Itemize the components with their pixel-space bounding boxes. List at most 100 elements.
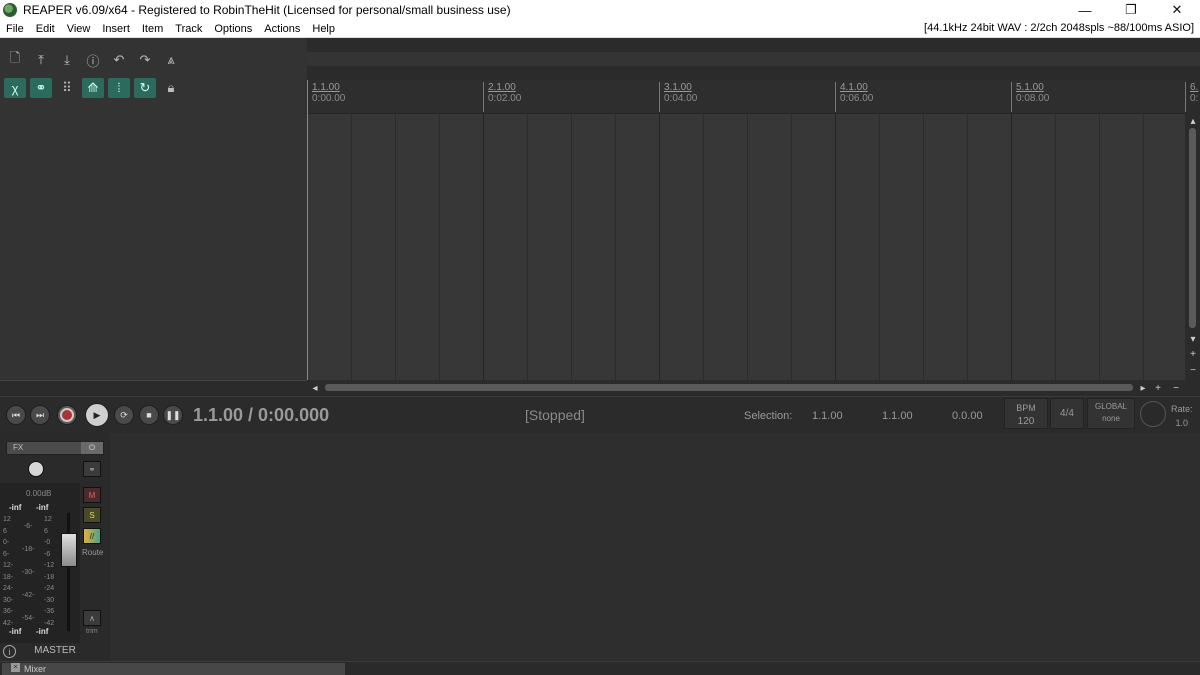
selection-length[interactable]: 0.0.00: [952, 410, 983, 422]
snap-icon[interactable]: ⦙: [108, 78, 130, 98]
volume-fader-track[interactable]: [67, 513, 70, 631]
pan-knob[interactable]: [28, 461, 44, 477]
restore-button[interactable]: ❐: [1108, 0, 1154, 20]
go-to-end-icon[interactable]: ⏭︎: [30, 405, 50, 425]
route-icon[interactable]: //: [83, 528, 101, 544]
envelope-icon[interactable]: ∧: [83, 610, 101, 626]
rate-value[interactable]: 1.0: [1171, 416, 1193, 430]
menu-actions[interactable]: Actions: [258, 23, 306, 35]
record-button[interactable]: [57, 405, 77, 425]
fx-bypass-icon[interactable]: ⏻: [81, 442, 103, 454]
minimize-button[interactable]: —: [1062, 0, 1108, 20]
stop-icon[interactable]: ■: [139, 405, 159, 425]
menu-view[interactable]: View: [61, 23, 97, 35]
gridline: [483, 114, 484, 380]
menu-bar: File Edit View Insert Item Track Options…: [0, 20, 1200, 38]
repeat-icon[interactable]: ⟳: [114, 405, 134, 425]
arrange-view[interactable]: 1.1.00 0:00.00 2.1.00 0:02.00 3.1.00 0:04.0…: [307, 38, 1200, 380]
menu-insert[interactable]: Insert: [96, 23, 136, 35]
track-lanes[interactable]: [307, 114, 1185, 380]
timeline-ruler[interactable]: 1.1.00 0:00.00 2.1.00 0:02.00 3.1.00 0:04.0…: [307, 80, 1198, 114]
save-project-icon[interactable]: ⤓: [56, 50, 78, 70]
zoom-in-vertical-icon[interactable]: +: [1187, 348, 1199, 360]
link-icon[interactable]: ⚭: [30, 78, 52, 98]
gridline: [439, 114, 440, 380]
bpm-control[interactable]: BPM 120: [1004, 398, 1048, 429]
ruler-mark: 5.1.00 0:08.00: [1011, 82, 1049, 112]
mixer-tab-label: Mixer: [24, 664, 46, 674]
menu-edit[interactable]: Edit: [30, 23, 61, 35]
gridline: [835, 114, 836, 380]
grid-icon[interactable]: ⠿: [56, 78, 78, 98]
lock-icon[interactable]: 🔒︎: [160, 78, 182, 98]
ruler-mark: 2.1.00 0:02.00: [483, 82, 521, 112]
gridline: [1055, 114, 1056, 380]
scroll-right-icon[interactable]: ▸: [1137, 382, 1149, 394]
peak-right: -inf: [36, 503, 49, 512]
scroll-up-icon[interactable]: ▴: [1187, 115, 1199, 127]
rate-knob[interactable]: [1140, 401, 1166, 427]
project-settings-icon[interactable]: ⓘ: [82, 50, 104, 70]
gridline: [747, 114, 748, 380]
selection-end[interactable]: 1.1.00: [882, 410, 913, 422]
global-automation-control[interactable]: GLOBAL none: [1087, 398, 1135, 429]
phase-icon[interactable]: ⚭: [83, 461, 101, 477]
horizontal-scrollbar[interactable]: ◂ ▸ + −: [307, 381, 1200, 395]
time-signature[interactable]: 4/4: [1050, 398, 1084, 429]
reaper-logo-icon: [3, 3, 17, 17]
volume-fader[interactable]: [61, 533, 77, 567]
fx-button[interactable]: FX ⏻: [6, 441, 104, 455]
vertical-scroll-thumb[interactable]: [1189, 128, 1196, 328]
menu-file[interactable]: File: [0, 23, 30, 35]
loop-icon[interactable]: ↻: [134, 78, 156, 98]
vertical-scrollbar[interactable]: ▴ ▾ + −: [1185, 114, 1200, 380]
mixer-panel[interactable]: FX ⏻ ⚭ 0.00dB -inf -inf 12 6 0- 6- 12- 1…: [0, 433, 1200, 661]
audio-device-status[interactable]: [44.1kHz 24bit WAV : 2/2ch 2048spls ~88/…: [924, 22, 1194, 34]
mute-button[interactable]: M: [83, 487, 101, 503]
play-button[interactable]: ▶: [85, 403, 109, 427]
undo-icon[interactable]: ↶: [108, 50, 130, 70]
edit-cursor: [307, 80, 308, 380]
route-label[interactable]: Route: [82, 548, 103, 557]
menu-help[interactable]: Help: [306, 23, 341, 35]
solo-button[interactable]: S: [83, 507, 101, 523]
gridline: [703, 114, 704, 380]
ruler-mark: 6. 0:: [1185, 82, 1198, 112]
selection-start[interactable]: 1.1.00: [812, 410, 843, 422]
scroll-left-icon[interactable]: ◂: [309, 382, 321, 394]
go-to-start-icon[interactable]: ⏮︎: [6, 405, 26, 425]
mixer-tab[interactable]: Mixer: [2, 663, 345, 675]
redo-icon[interactable]: ↷: [134, 50, 156, 70]
open-project-icon[interactable]: ⤒: [30, 50, 52, 70]
new-project-icon[interactable]: 🗋: [4, 50, 26, 70]
meter-scale-mid: -6- -18- -30- -42- -54-: [22, 523, 35, 622]
bpm-label: BPM: [1016, 403, 1036, 413]
gridline: [1143, 114, 1144, 380]
ripple-edit-icon[interactable]: χ: [4, 78, 26, 98]
menu-track[interactable]: Track: [169, 23, 208, 35]
zoom-in-horizontal-icon[interactable]: +: [1152, 382, 1164, 394]
scroll-down-icon[interactable]: ▾: [1187, 333, 1199, 345]
metronome-icon[interactable]: ⩓: [160, 50, 182, 70]
global-value: none: [1102, 414, 1120, 423]
horizontal-scroll-thumb[interactable]: [325, 384, 1133, 391]
close-button[interactable]: ✕: [1154, 0, 1200, 20]
menu-options[interactable]: Options: [208, 23, 258, 35]
pause-icon[interactable]: ❚❚: [163, 405, 183, 425]
selection-label: Selection:: [744, 410, 793, 422]
bottom-peak-left: -inf: [9, 627, 22, 636]
peak-left: -inf: [9, 503, 22, 512]
meter-scale-left: 12 6 0- 6- 12- 18- 24- 30- 36- 42-: [3, 516, 14, 627]
gridline: [351, 114, 352, 380]
gridline: [527, 114, 528, 380]
rate-label: Rate:: [1171, 404, 1193, 414]
ruler-mark: 3.1.00 0:04.00: [659, 82, 697, 112]
dock-tab-bar: Mixer ×: [0, 661, 1200, 675]
zoom-out-vertical-icon[interactable]: −: [1187, 364, 1199, 376]
position-display[interactable]: 1.1.00 / 0:00.000: [193, 405, 329, 426]
volume-db[interactable]: 0.00dB: [26, 489, 51, 498]
menu-item[interactable]: Item: [136, 23, 169, 35]
envelope-lock-icon[interactable]: ⟰: [82, 78, 104, 98]
close-dock-icon[interactable]: ×: [11, 663, 20, 672]
zoom-out-horizontal-icon[interactable]: −: [1170, 382, 1182, 394]
